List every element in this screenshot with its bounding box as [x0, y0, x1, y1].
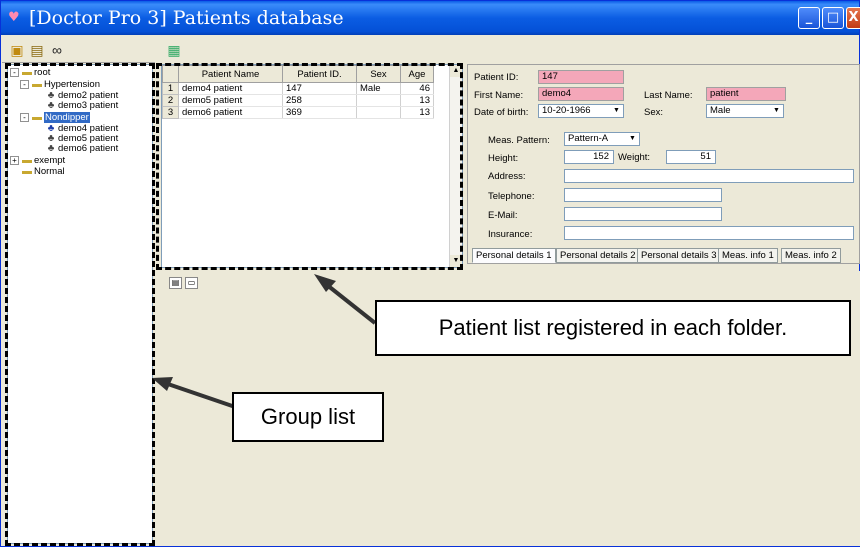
patient-list-caption: Patient list registered in each folder.	[375, 300, 851, 356]
annotation-arrows	[152, 274, 377, 412]
group-list-caption: Group list	[232, 392, 384, 442]
